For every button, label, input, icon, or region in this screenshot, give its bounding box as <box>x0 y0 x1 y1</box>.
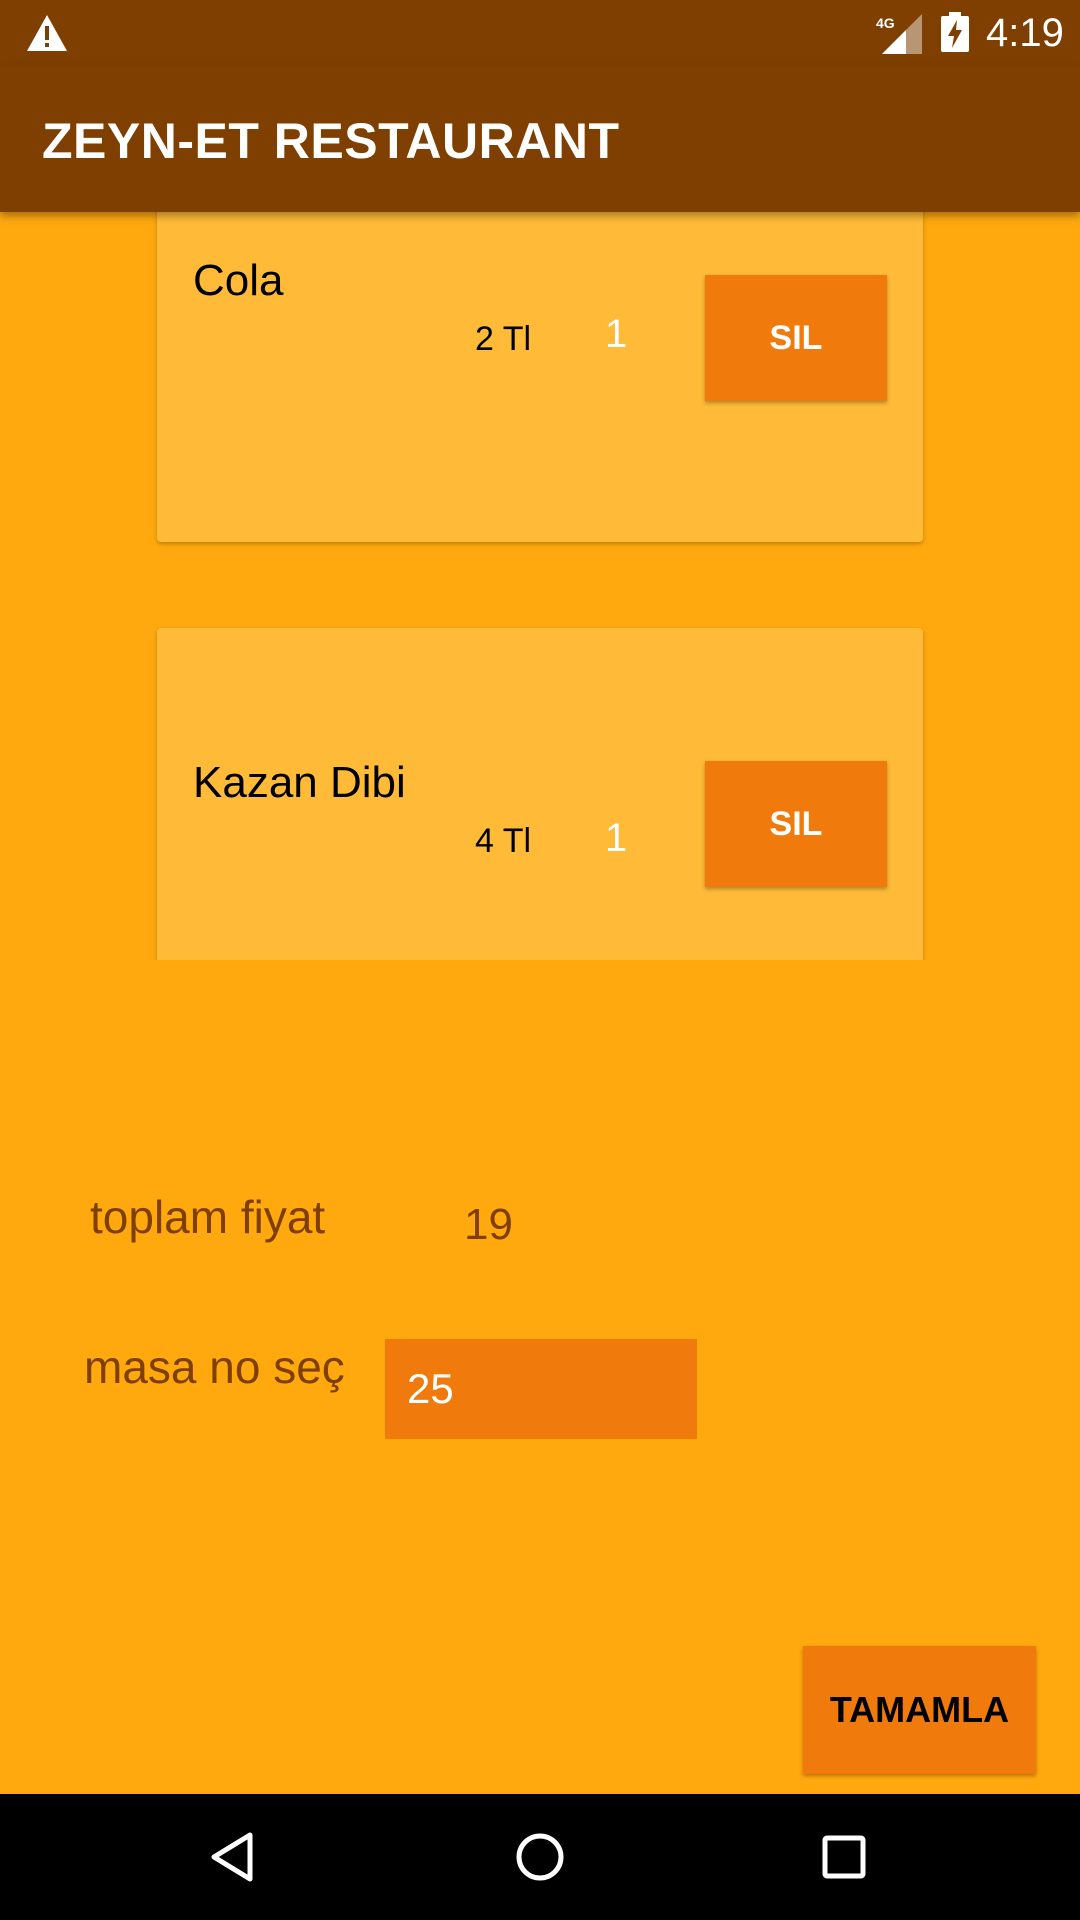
table-number-label: masa no seç <box>84 1341 345 1393</box>
item-name: Kazan Dibi <box>193 758 406 807</box>
delete-item-button[interactable]: SIL <box>705 275 887 401</box>
navigation-bar <box>0 1794 1080 1920</box>
status-time: 4:19 <box>986 11 1064 55</box>
item-price: 2 Tl <box>475 320 532 358</box>
delete-item-button[interactable]: SIL <box>705 761 887 887</box>
item-name: Cola <box>193 256 284 305</box>
item-quantity: 1 <box>605 816 628 860</box>
order-item-card: Kazan Dibi 4 Tl 1 SIL <box>157 628 923 960</box>
item-quantity: 1 <box>605 312 628 356</box>
recents-icon[interactable] <box>814 1827 874 1887</box>
item-price: 4 Tl <box>475 822 532 860</box>
total-price-label: toplam fiyat <box>90 1191 326 1243</box>
battery-charging-icon <box>941 12 969 52</box>
network-type: 4G <box>876 15 895 31</box>
order-item-card: Cola 2 Tl 1 SIL <box>157 212 923 542</box>
app-title: ZEYN-ET RESTAURANT <box>42 113 620 169</box>
back-icon[interactable] <box>206 1827 266 1887</box>
home-icon[interactable] <box>510 1827 570 1887</box>
table-number-input[interactable] <box>385 1339 697 1439</box>
complete-order-button[interactable]: TAMAMLA <box>803 1646 1036 1774</box>
status-bar: 4G 4:19 <box>0 0 1080 66</box>
total-price-value: 19 <box>464 1200 513 1249</box>
order-list[interactable]: Cola 2 Tl 1 SIL Kazan Dibi 4 Tl 1 SIL <box>0 212 1080 960</box>
warning-icon <box>27 15 67 51</box>
signal-icon: 4G <box>876 14 922 54</box>
app-bar: ZEYN-ET RESTAURANT <box>0 66 1080 212</box>
